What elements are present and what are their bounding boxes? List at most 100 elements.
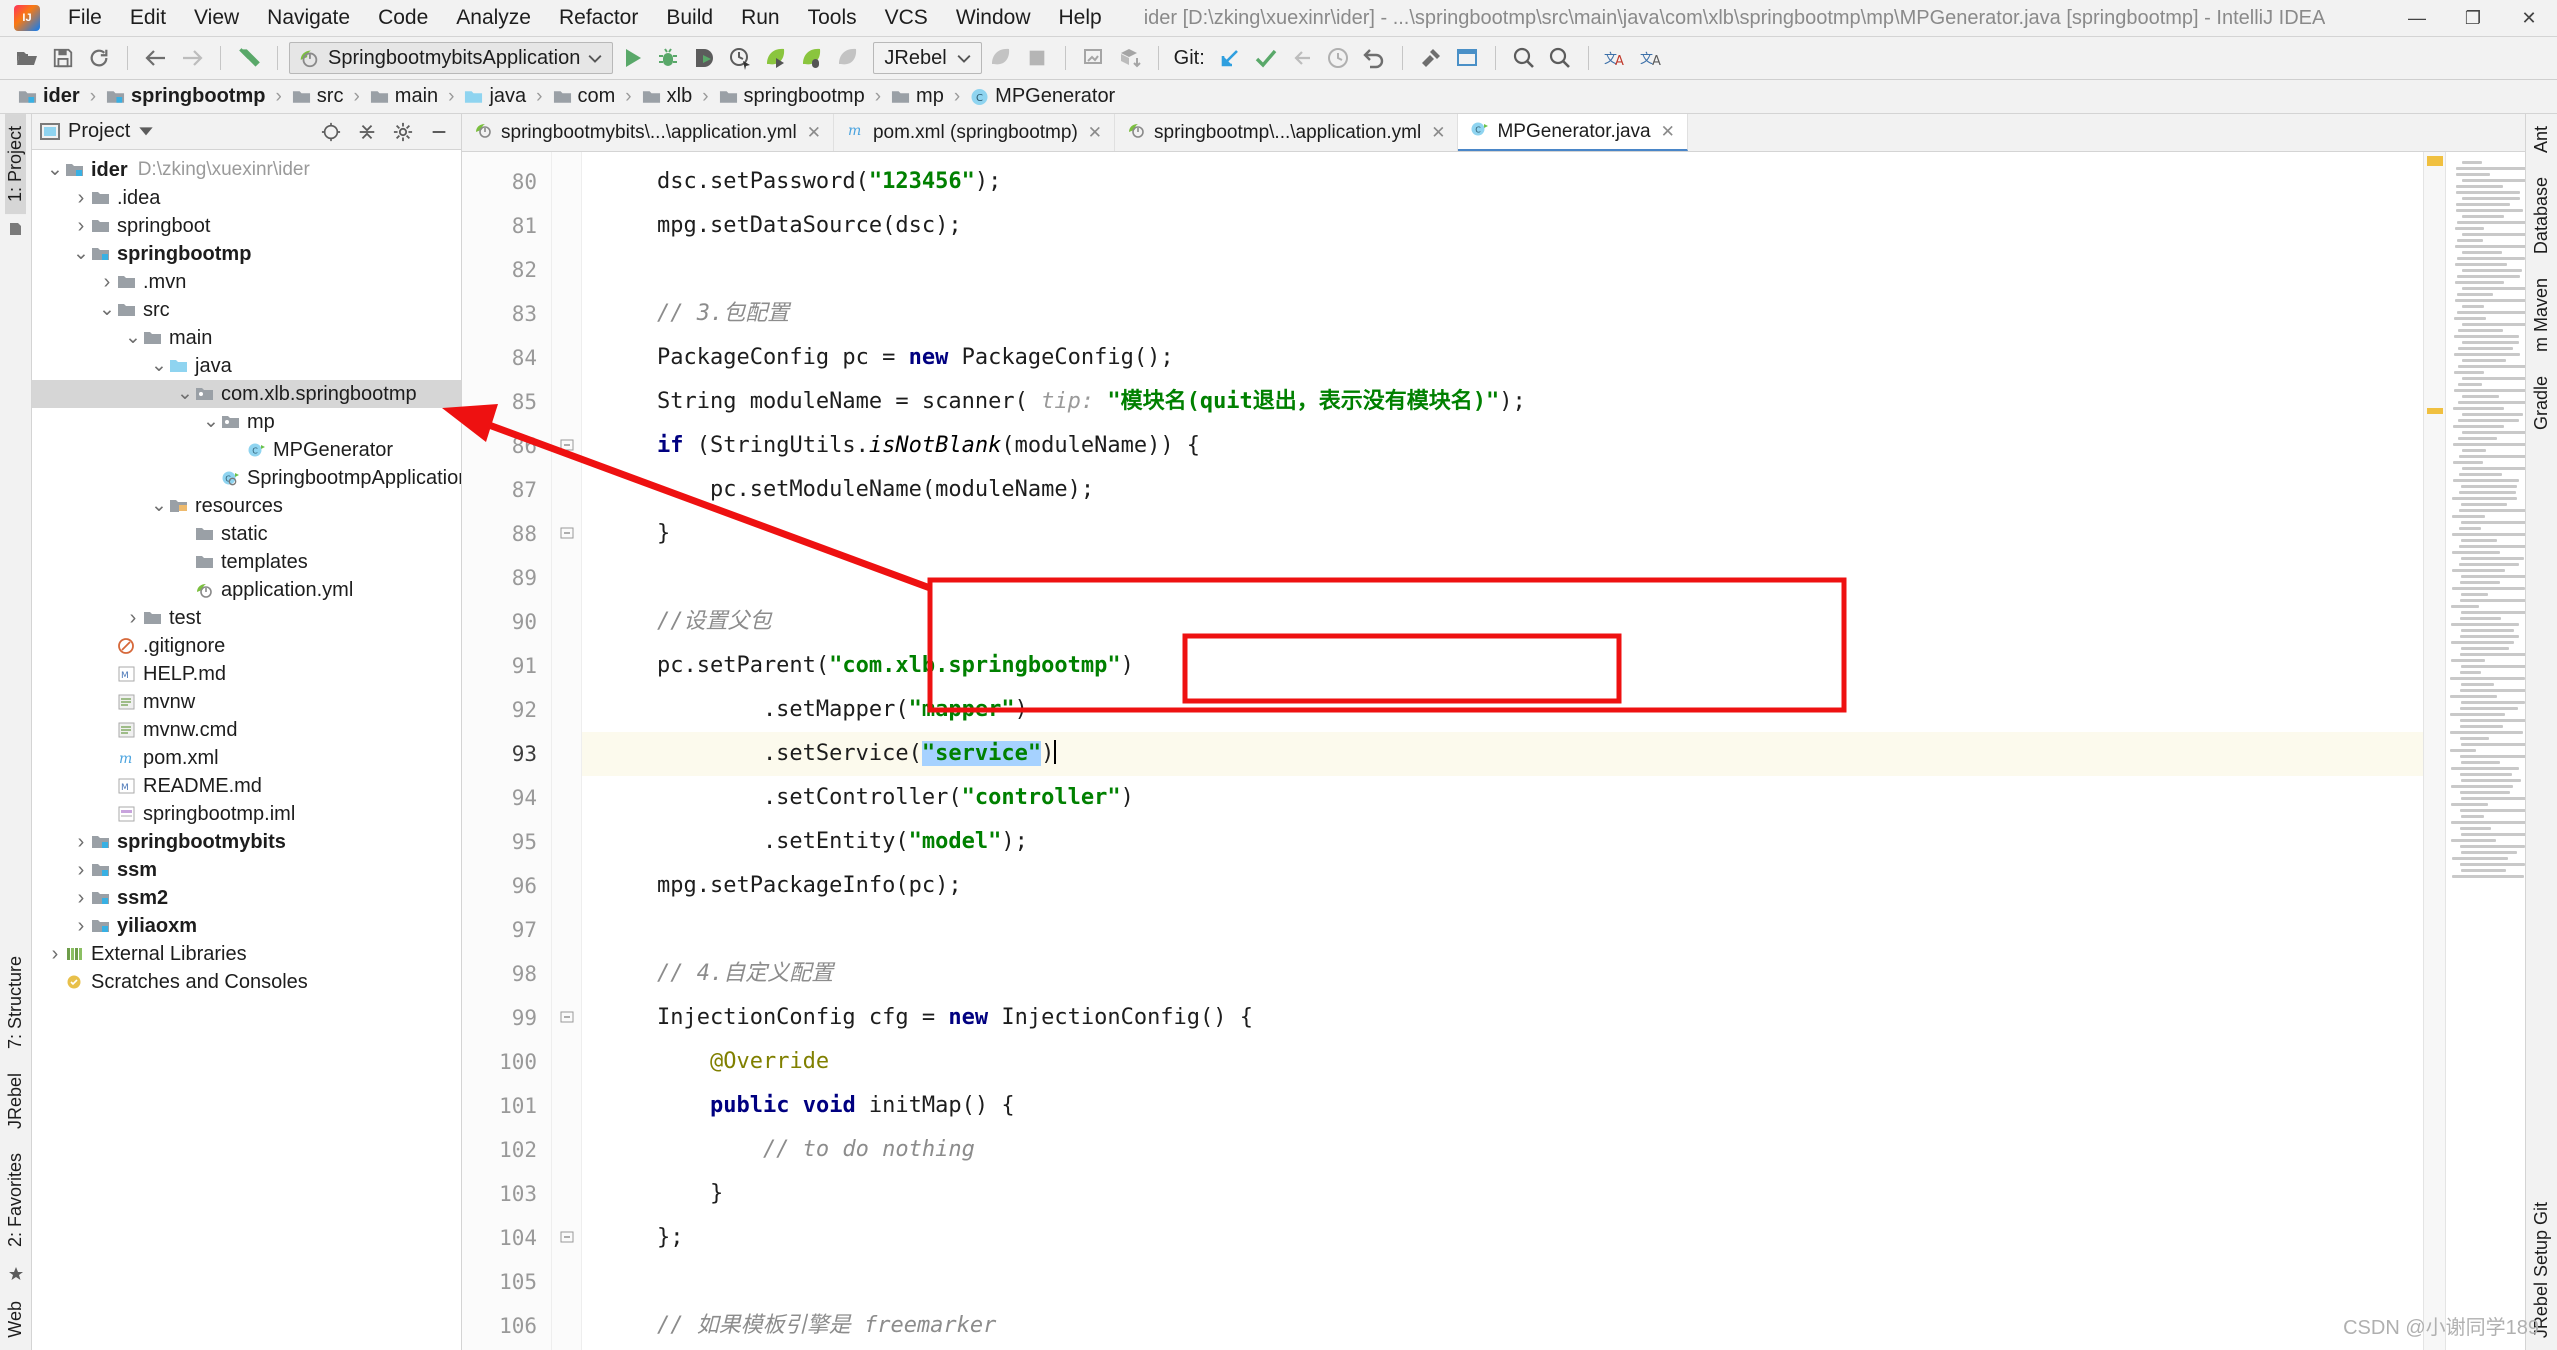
forward-arrow-icon[interactable] [175,42,209,74]
code-line-98[interactable]: // 4.自定义配置 [582,952,2423,996]
breadcrumb-item-java[interactable]: java [458,84,532,109]
debug-icon[interactable] [651,42,685,74]
menu-item-help[interactable]: Help [1045,4,1116,32]
code-line-84[interactable]: PackageConfig pc = new PackageConfig(); [582,336,2423,380]
code-line-88[interactable]: } [582,512,2423,556]
code-line-89[interactable] [582,556,2423,600]
close-icon[interactable]: ✕ [1431,123,1445,143]
editor-tab-0[interactable]: springbootmybits\...\application.yml ✕ [462,114,834,151]
undo-arrow-icon[interactable] [232,42,266,74]
tree-item-springboot[interactable]: › springboot [32,212,461,240]
warning-marker-2[interactable] [2427,408,2443,414]
translate-alt-icon[interactable]: 文A [1636,42,1670,74]
save-icon[interactable] [46,42,80,74]
chevron-right-icon[interactable]: › [46,943,64,965]
tree-item-gitignore[interactable]: .gitignore [32,632,461,660]
tree-item-idea[interactable]: › .idea [32,184,461,212]
back-arrow-icon[interactable] [139,42,173,74]
locate-icon[interactable] [317,119,345,145]
fold-marker[interactable] [552,424,581,468]
jrebel-debug-icon[interactable] [795,42,829,74]
tree-item-mvnw-cmd[interactable]: mvnw.cmd [32,716,461,744]
translate-icon[interactable]: 文A [1600,42,1634,74]
code-line-86[interactable]: if (StringUtils.isNotBlank(moduleName)) … [582,424,2423,468]
menu-item-navigate[interactable]: Navigate [253,4,364,32]
tree-item-ssm2[interactable]: › ssm2 [32,884,461,912]
sidebar-item-structure[interactable]: 7: Structure [5,944,26,1061]
error-marker-strip[interactable] [2423,152,2445,1350]
git-update-icon[interactable] [1213,42,1247,74]
tree-item-springbootmybits[interactable]: › springbootmybits [32,828,461,856]
minimize-button[interactable]: — [2389,0,2445,36]
warning-marker[interactable] [2427,156,2443,166]
project-tree[interactable]: ⌄ ider D:\zking\xuexinr\ider › .idea › springb… [32,150,461,1350]
tree-item-test[interactable]: › test [32,604,461,632]
code-line-97[interactable] [582,908,2423,952]
chevron-right-icon[interactable]: › [124,607,142,629]
code-line-94[interactable]: .setController("controller") [582,776,2423,820]
bookmark-icon[interactable] [5,218,27,240]
sidebar-item-web[interactable]: Web [5,1289,26,1350]
favorites-star-icon[interactable] [5,1263,27,1285]
breadcrumb-item-springbootmp-pkg[interactable]: springbootmp [713,84,871,109]
stop-icon[interactable] [1020,42,1054,74]
magnifier-icon[interactable] [1543,42,1577,74]
sidebar-item-jrebel[interactable]: JRebel [5,1061,26,1141]
jrebel-disabled-icon[interactable] [831,42,865,74]
tree-item-scratches-and-consoles[interactable]: Scratches and Consoles [32,968,461,996]
chevron-right-icon[interactable]: › [72,215,90,237]
tree-item-main[interactable]: ⌄ main [32,324,461,352]
code-line-92[interactable]: .setMapper("mapper") [582,688,2423,732]
profile-icon[interactable] [723,42,757,74]
close-icon[interactable]: ✕ [1088,123,1102,143]
menu-item-file[interactable]: File [54,4,116,32]
chevron-right-icon[interactable]: › [98,271,116,293]
chevron-down-icon[interactable]: ⌄ [46,160,64,179]
code-line-102[interactable]: // to do nothing [582,1128,2423,1172]
git-revert-icon[interactable] [1357,42,1391,74]
menu-item-window[interactable]: Window [942,4,1045,32]
chevron-right-icon[interactable]: › [72,887,90,909]
tree-item-yiliaoxm[interactable]: › yiliaoxm [32,912,461,940]
tree-item-help-md[interactable]: M HELP.md [32,660,461,688]
tree-item-mp[interactable]: ⌄ mp [32,408,461,436]
code-folding-column[interactable] [552,152,582,1350]
run-with-coverage-icon[interactable] [687,42,721,74]
editor-tab-2[interactable]: springbootmp\...\application.yml ✕ [1115,114,1459,151]
code-text[interactable]: dsc.setPassword("123456"); mpg.setDataSo… [582,152,2423,1350]
code-line-82[interactable] [582,248,2423,292]
menu-item-code[interactable]: Code [364,4,442,32]
code-area[interactable]: 80 81 82 83 84 85 86 87 88 89 90 91 92 93 94 95 96 97 98 99… [462,152,2525,1350]
fold-marker[interactable] [552,996,581,1040]
sidebar-item-project[interactable]: 1: Project [5,114,26,215]
tree-item-springbootmpapplication[interactable]: C SpringbootmpApplication [32,464,461,492]
chevron-right-icon[interactable]: › [72,915,90,937]
tree-item-com-xlb-springbootmp[interactable]: ⌄ com.xlb.springbootmp [32,380,461,408]
code-line-106[interactable]: // 如果模板引擎是 freemarker [582,1304,2423,1348]
chevron-down-icon[interactable]: ⌄ [202,412,220,431]
code-line-101[interactable]: public void initMap() { [582,1084,2423,1128]
chevron-down-icon[interactable]: ⌄ [72,244,90,263]
git-commit-icon[interactable] [1249,42,1283,74]
code-line-95[interactable]: .setEntity("model"); [582,820,2423,864]
code-line-81[interactable]: mpg.setDataSource(dsc); [582,204,2423,248]
menu-item-tools[interactable]: Tools [794,4,871,32]
fold-marker[interactable] [552,512,581,556]
chevron-down-icon[interactable]: ⌄ [150,356,168,375]
tree-item-ider[interactable]: ⌄ ider D:\zking\xuexinr\ider [32,156,461,184]
tree-item-ssm[interactable]: › ssm [32,856,461,884]
breadcrumb-item-mpgenerator[interactable]: C MPGenerator [964,84,1121,109]
fold-marker[interactable] [552,1216,581,1260]
tree-item-mpgenerator[interactable]: C MPGenerator [32,436,461,464]
code-line-87[interactable]: pc.setModuleName(moduleName); [582,468,2423,512]
code-line-100[interactable]: @Override [582,1040,2423,1084]
chevron-right-icon[interactable]: › [72,831,90,853]
editor-tab-3[interactable]: C MPGenerator.java ✕ [1458,114,1688,151]
code-minimap[interactable] [2445,152,2525,1350]
tree-item-mvn[interactable]: › .mvn [32,268,461,296]
run-configuration-selector[interactable]: SpringbootmybitsApplication [289,42,614,74]
chevron-down-icon[interactable]: ⌄ [124,328,142,347]
sidebar-item-ant[interactable]: Ant [2531,114,2552,165]
menu-item-build[interactable]: Build [652,4,727,32]
sidebar-item-maven[interactable]: m Maven [2531,266,2552,364]
